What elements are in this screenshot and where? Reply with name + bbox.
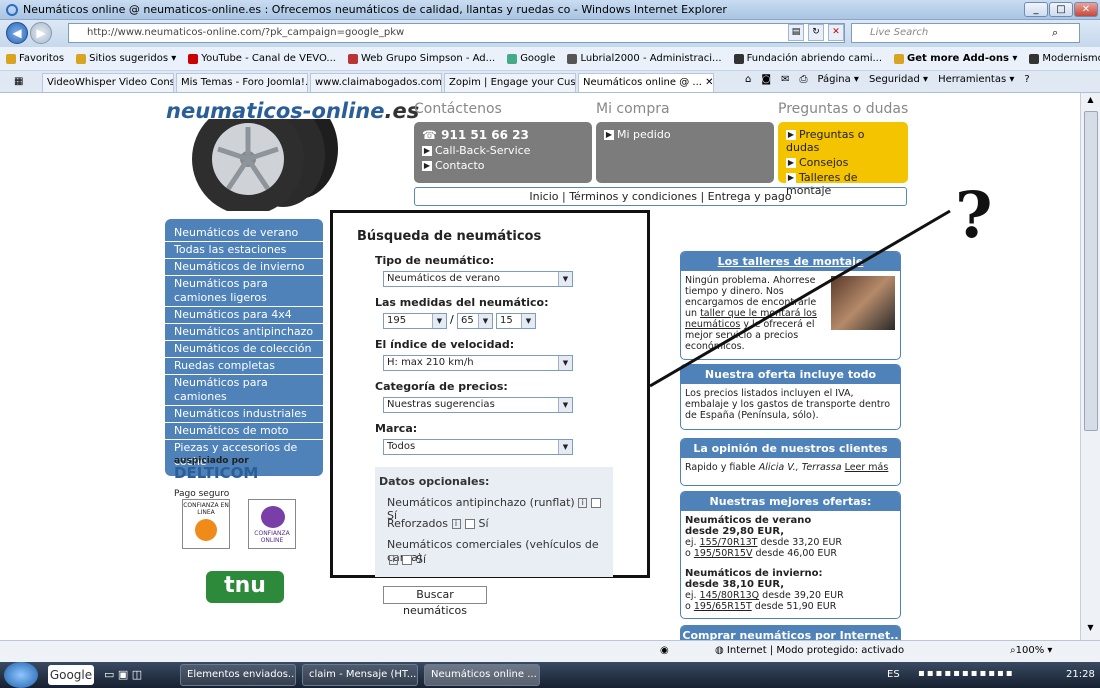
- minimize-button[interactable]: _: [1024, 2, 1048, 17]
- tab-bar: ▦ VideoWhisper Video Cons... Mis Temas -…: [0, 71, 1100, 93]
- google-icon: [507, 53, 518, 64]
- status-bar: ◉ ◍ Internet | Modo protegido: activado …: [0, 640, 1100, 662]
- globe-icon: ◍: [715, 645, 727, 656]
- scroll-thumb[interactable]: [1084, 111, 1098, 431]
- page-icon: [347, 53, 358, 64]
- forward-button[interactable]: ▶: [30, 22, 52, 44]
- command-bar: ⌂ ◙ ✉ ⎙ Página ▾ Seguridad ▾ Herramienta…: [745, 74, 1030, 85]
- mail-icon[interactable]: ✉: [781, 74, 789, 85]
- question-mark-annotation: ?: [955, 178, 993, 253]
- compat-view-button[interactable]: ▤: [788, 24, 804, 41]
- page-menu[interactable]: Página ▾: [817, 74, 859, 85]
- window-title: Neumáticos online @ neumaticos-online.es…: [23, 3, 727, 16]
- tools-menu[interactable]: Herramientas ▾: [938, 74, 1014, 85]
- favorite-item[interactable]: Fundación abriendo cami...: [728, 53, 888, 64]
- show-desktop-icon[interactable]: ▭ ▣ ◫: [104, 668, 142, 681]
- favorite-item[interactable]: Favoritos: [0, 53, 70, 64]
- vertical-scrollbar[interactable]: ▲ ▼: [1080, 93, 1100, 640]
- help-icon[interactable]: ?: [1024, 74, 1029, 85]
- scroll-up-icon[interactable]: ▲: [1083, 95, 1098, 109]
- tab-joomla[interactable]: Mis Temas - Foro Joomla!...: [176, 73, 308, 92]
- favorite-item[interactable]: YouTube - Canal de VEVO...: [182, 53, 342, 64]
- close-window-button[interactable]: ✕: [1074, 2, 1098, 17]
- favorite-item[interactable]: Web Grupo Simpson - Ad...: [342, 53, 501, 64]
- windows-taskbar: Google ▭ ▣ ◫ Elementos enviados... claim…: [0, 662, 1100, 688]
- back-button[interactable]: ◀: [6, 22, 28, 44]
- task-neumaticos[interactable]: Neumáticos online ...: [424, 664, 540, 686]
- tab-videowhisper[interactable]: VideoWhisper Video Cons...: [42, 73, 174, 92]
- stop-button[interactable]: ✕: [828, 24, 844, 41]
- page-icon: [1029, 53, 1040, 64]
- favorite-item[interactable]: Get more Add-ons ▾: [888, 53, 1023, 64]
- page-icon: [76, 53, 87, 64]
- home-icon[interactable]: ⌂: [745, 74, 751, 85]
- search-input[interactable]: Live Search: [851, 23, 1080, 43]
- close-tab-icon[interactable]: ✕: [705, 77, 713, 88]
- quick-tabs-icon[interactable]: ▦: [14, 76, 23, 87]
- favorite-item[interactable]: Sitios sugeridos ▾: [70, 53, 182, 64]
- tab-zopim[interactable]: Zopim | Engage your Cust...: [444, 73, 576, 92]
- address-input[interactable]: http://www.neumaticos-online.com/?pk_cam…: [68, 23, 845, 43]
- privacy-icon[interactable]: ◉: [660, 645, 669, 656]
- favorite-item[interactable]: Modernismo 98 y 14 - Ad...: [1023, 53, 1100, 64]
- address-toolbar: ◀ ▶ http://www.neumaticos-online.com/?pk…: [0, 20, 1100, 47]
- refresh-button[interactable]: ↻: [808, 24, 824, 41]
- maximize-button[interactable]: □: [1049, 2, 1073, 17]
- google-search-box[interactable]: Google: [48, 665, 94, 685]
- task-claim[interactable]: claim - Mensaje (HT...: [302, 664, 418, 686]
- page-icon: [567, 53, 578, 64]
- page-icon: [894, 53, 905, 64]
- clock[interactable]: 21:28: [1066, 669, 1095, 680]
- security-menu[interactable]: Seguridad ▾: [869, 74, 928, 85]
- tab-claimabogados[interactable]: www.claimabogados.com...: [310, 73, 442, 92]
- task-enviados[interactable]: Elementos enviados...: [180, 664, 296, 686]
- star-icon: [6, 53, 16, 64]
- ie-icon: [6, 3, 18, 16]
- annotation-line: [649, 209, 951, 388]
- zone-status[interactable]: ◍ Internet | Modo protegido: activado: [715, 645, 904, 656]
- favorite-item[interactable]: Google: [501, 53, 561, 64]
- scroll-down-icon[interactable]: ▼: [1083, 623, 1098, 637]
- page-icon: [733, 53, 744, 64]
- print-icon[interactable]: ⎙: [799, 74, 807, 85]
- window-titlebar: Neumáticos online @ neumaticos-online.es…: [0, 0, 1100, 20]
- tray-icons[interactable]: ▪▪▪▪▪▪▪▪▪▪▪: [918, 668, 1015, 679]
- favorites-bar: Favoritos Sitios sugeridos ▾ YouTube - C…: [0, 47, 1100, 71]
- youtube-icon: [188, 53, 199, 64]
- feeds-icon[interactable]: ◙: [761, 74, 771, 85]
- tab-neumaticos[interactable]: Neumáticos online @ ... ✕: [578, 73, 714, 92]
- search-icon[interactable]: ⌕: [1052, 26, 1058, 40]
- language-indicator[interactable]: ES: [887, 669, 900, 680]
- start-button[interactable]: [4, 662, 38, 688]
- zoom-level[interactable]: ⌕100% ▾: [1010, 645, 1052, 656]
- favorite-item[interactable]: Lubrial2000 - Administraci...: [561, 53, 727, 64]
- page-viewport: neumaticos-online.es Contáctenos Mi comp…: [0, 93, 1080, 640]
